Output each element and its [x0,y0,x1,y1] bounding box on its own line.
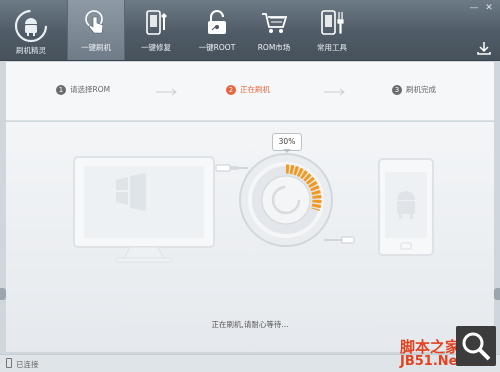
nav-tab-flash[interactable]: 一键刷机 [67,0,125,60]
close-button[interactable]: ✕ [483,3,495,13]
phone-tools-icon [321,10,344,35]
app-window: 刷机精灵 一键刷机 一键修复 一键ROOT ROM市场 常用工具 — ✕ 1 请… [0,0,500,372]
usb-cable-icon [215,164,248,172]
nav-tab-repair[interactable]: 一键修复 [128,0,184,60]
connection-status-text: 已连接 [16,360,39,369]
watermark-line-2: JB51.Net [400,354,464,369]
nav-tab-label: 常用工具 [317,43,347,52]
smartphone-icon [378,158,434,256]
top-toolbar: 刷机精灵 一键刷机 一键修复 一键ROOT ROM市场 常用工具 — ✕ [0,0,500,61]
download-icon[interactable] [476,40,492,56]
progress-ring [239,153,333,247]
arrow-right-icon [156,88,177,96]
arrow-right-icon [324,88,345,96]
nav-tab-label: 一键刷机 [81,43,111,52]
step-flashing: 2 正在刷机 [226,84,270,95]
computer-monitor-icon [73,156,215,263]
nav-tab-root[interactable]: 一键ROOT [189,0,245,60]
right-scroll-handle[interactable] [494,288,500,300]
brand-label: 刷机精灵 [16,46,46,55]
brand-logo[interactable]: 刷机精灵 [6,0,56,60]
step-number: 2 [226,84,236,95]
nav-tab-label: ROM市场 [257,43,291,52]
phone-wrench-icon [146,10,167,35]
unlock-icon [208,10,226,34]
step-select-rom: 1 请选择ROM [56,84,110,95]
left-scroll-handle[interactable] [0,288,6,300]
step-complete: 3 刷机完成 [392,84,436,95]
step-number: 1 [56,84,66,95]
progress-badge-pointer [283,149,291,153]
nav-tab-label: 一键ROOT [198,43,236,52]
nav-tab-rom-market[interactable]: ROM市场 [246,0,302,60]
step-label: 刷机完成 [406,85,436,94]
minimize-button[interactable]: — [468,3,480,13]
step-indicator: 1 请选择ROM 2 正在刷机 3 刷机完成 [6,62,494,121]
android-logo-icon [14,9,48,43]
step-label: 正在刷机 [240,85,270,94]
phone-connected-icon [6,358,12,368]
site-watermark: 脚本之家 JB51.Net [348,326,498,370]
flash-progress-panel: 正在刷机,请耐心等待... [6,122,494,352]
nav-tab-tools[interactable]: 常用工具 [304,0,360,60]
step-label: 请选择ROM [70,85,111,94]
step-number: 3 [392,84,402,95]
cart-icon [262,13,288,33]
usb-cable-icon [324,236,355,244]
flash-illustration [73,153,434,263]
magnifier-icon [456,326,496,366]
hand-touch-icon [85,10,104,34]
nav-tab-label: 一键修复 [141,43,171,52]
